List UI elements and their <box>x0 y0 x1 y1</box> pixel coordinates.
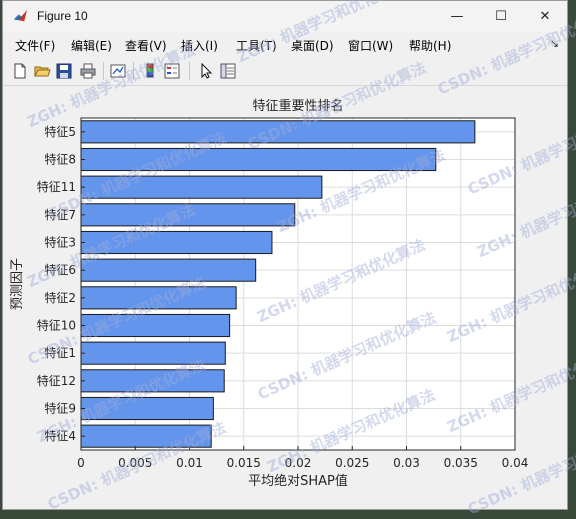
bar <box>80 424 212 448</box>
menu-edit[interactable]: 编辑(E) <box>71 37 112 54</box>
y-tick-label: 特征4 <box>44 428 76 443</box>
menu-window[interactable]: 窗口(W) <box>348 37 393 54</box>
save-icon[interactable] <box>55 62 73 80</box>
menu-view[interactable]: 查看(V) <box>125 37 167 54</box>
x-axis-label: 平均绝对SHAP值 <box>248 473 348 489</box>
y-tick-label: 特征5 <box>44 124 76 139</box>
y-tick-label: 特征1 <box>44 345 76 360</box>
bar <box>80 369 225 393</box>
y-axis-label: 预测因子 <box>10 258 25 310</box>
y-tick-label: 特征9 <box>44 401 76 416</box>
menu-desktop[interactable]: 桌面(D) <box>291 37 334 54</box>
y-tick-label: 特征11 <box>37 179 76 194</box>
shap-bar-chart: 特征5特征8特征11特征7特征3特征6特征2特征10特征1特征12特征9特征40… <box>10 98 529 489</box>
x-tick-label: 0.035 <box>444 456 478 470</box>
toolbar-separator <box>103 62 104 80</box>
menu-help[interactable]: 帮助(H) <box>409 37 451 54</box>
pointer-icon[interactable] <box>197 62 215 80</box>
menu-bar: 文件(F) 编辑(E) 查看(V) 插入(I) 工具(T) 桌面(D) 窗口(W… <box>3 33 567 55</box>
y-tick-label: 特征3 <box>44 235 76 250</box>
menu-overflow-icon[interactable]: ↘ <box>550 37 559 50</box>
y-tick-label: 特征7 <box>44 207 76 222</box>
figure-toolbar <box>3 57 567 86</box>
bar <box>80 203 296 227</box>
window-title: Figure 10 <box>37 9 88 23</box>
bar <box>80 230 273 255</box>
bar <box>80 341 226 365</box>
bar <box>80 286 237 310</box>
x-tick-label: 0.04 <box>502 456 529 470</box>
x-tick-label: 0.02 <box>285 456 312 470</box>
figure-canvas: 特征5 特征8 特征11 特征7 特征3 特征6 特征2 特征10 特征1 特征12 特征9 特征4 0… <box>3 87 567 509</box>
y-tick-label: 特征12 <box>37 373 76 388</box>
colorbar-icon[interactable] <box>141 62 159 80</box>
x-tick-label: 0 <box>77 456 85 470</box>
bar <box>80 175 323 199</box>
new-figure-icon[interactable] <box>11 62 29 80</box>
bar <box>80 313 231 338</box>
bar <box>80 147 437 172</box>
bar <box>80 396 214 421</box>
x-tick-label: 0.015 <box>227 456 261 470</box>
menu-file[interactable]: 文件(F) <box>15 37 55 54</box>
link-plot-icon[interactable] <box>109 62 127 80</box>
print-icon[interactable] <box>79 62 97 80</box>
figure-window: Figure 10 — ☐ ✕ 文件(F) 编辑(E) 查看(V) 插入(I) … <box>2 0 568 510</box>
legend-icon[interactable] <box>163 62 181 80</box>
y-tick-label: 特征10 <box>37 318 76 333</box>
open-file-icon[interactable] <box>33 62 51 80</box>
menu-tools[interactable]: 工具(T) <box>236 37 277 54</box>
title-bar[interactable]: Figure 10 — ☐ ✕ <box>3 1 567 32</box>
x-tick-label: 0.025 <box>335 456 369 470</box>
x-tick-label: 0.005 <box>118 456 152 470</box>
x-tick-label: 0.03 <box>393 456 420 470</box>
chart-title: 特征重要性排名 <box>252 98 343 114</box>
toolbar-separator <box>189 62 190 80</box>
y-tick-label: 特征6 <box>44 262 76 277</box>
toolbar-separator <box>133 62 134 80</box>
maximize-button[interactable]: ☐ <box>479 1 523 32</box>
y-tick-label: 特征2 <box>44 290 76 305</box>
menu-insert[interactable]: 插入(I) <box>181 37 218 54</box>
bar <box>80 120 476 144</box>
y-tick-label: 特征8 <box>44 152 76 167</box>
bar <box>80 258 257 282</box>
close-button[interactable]: ✕ <box>523 1 567 32</box>
x-tick-label: 0.01 <box>176 456 203 470</box>
property-inspector-icon[interactable] <box>219 62 237 80</box>
minimize-button[interactable]: — <box>435 1 479 32</box>
matlab-logo-icon <box>13 9 28 22</box>
